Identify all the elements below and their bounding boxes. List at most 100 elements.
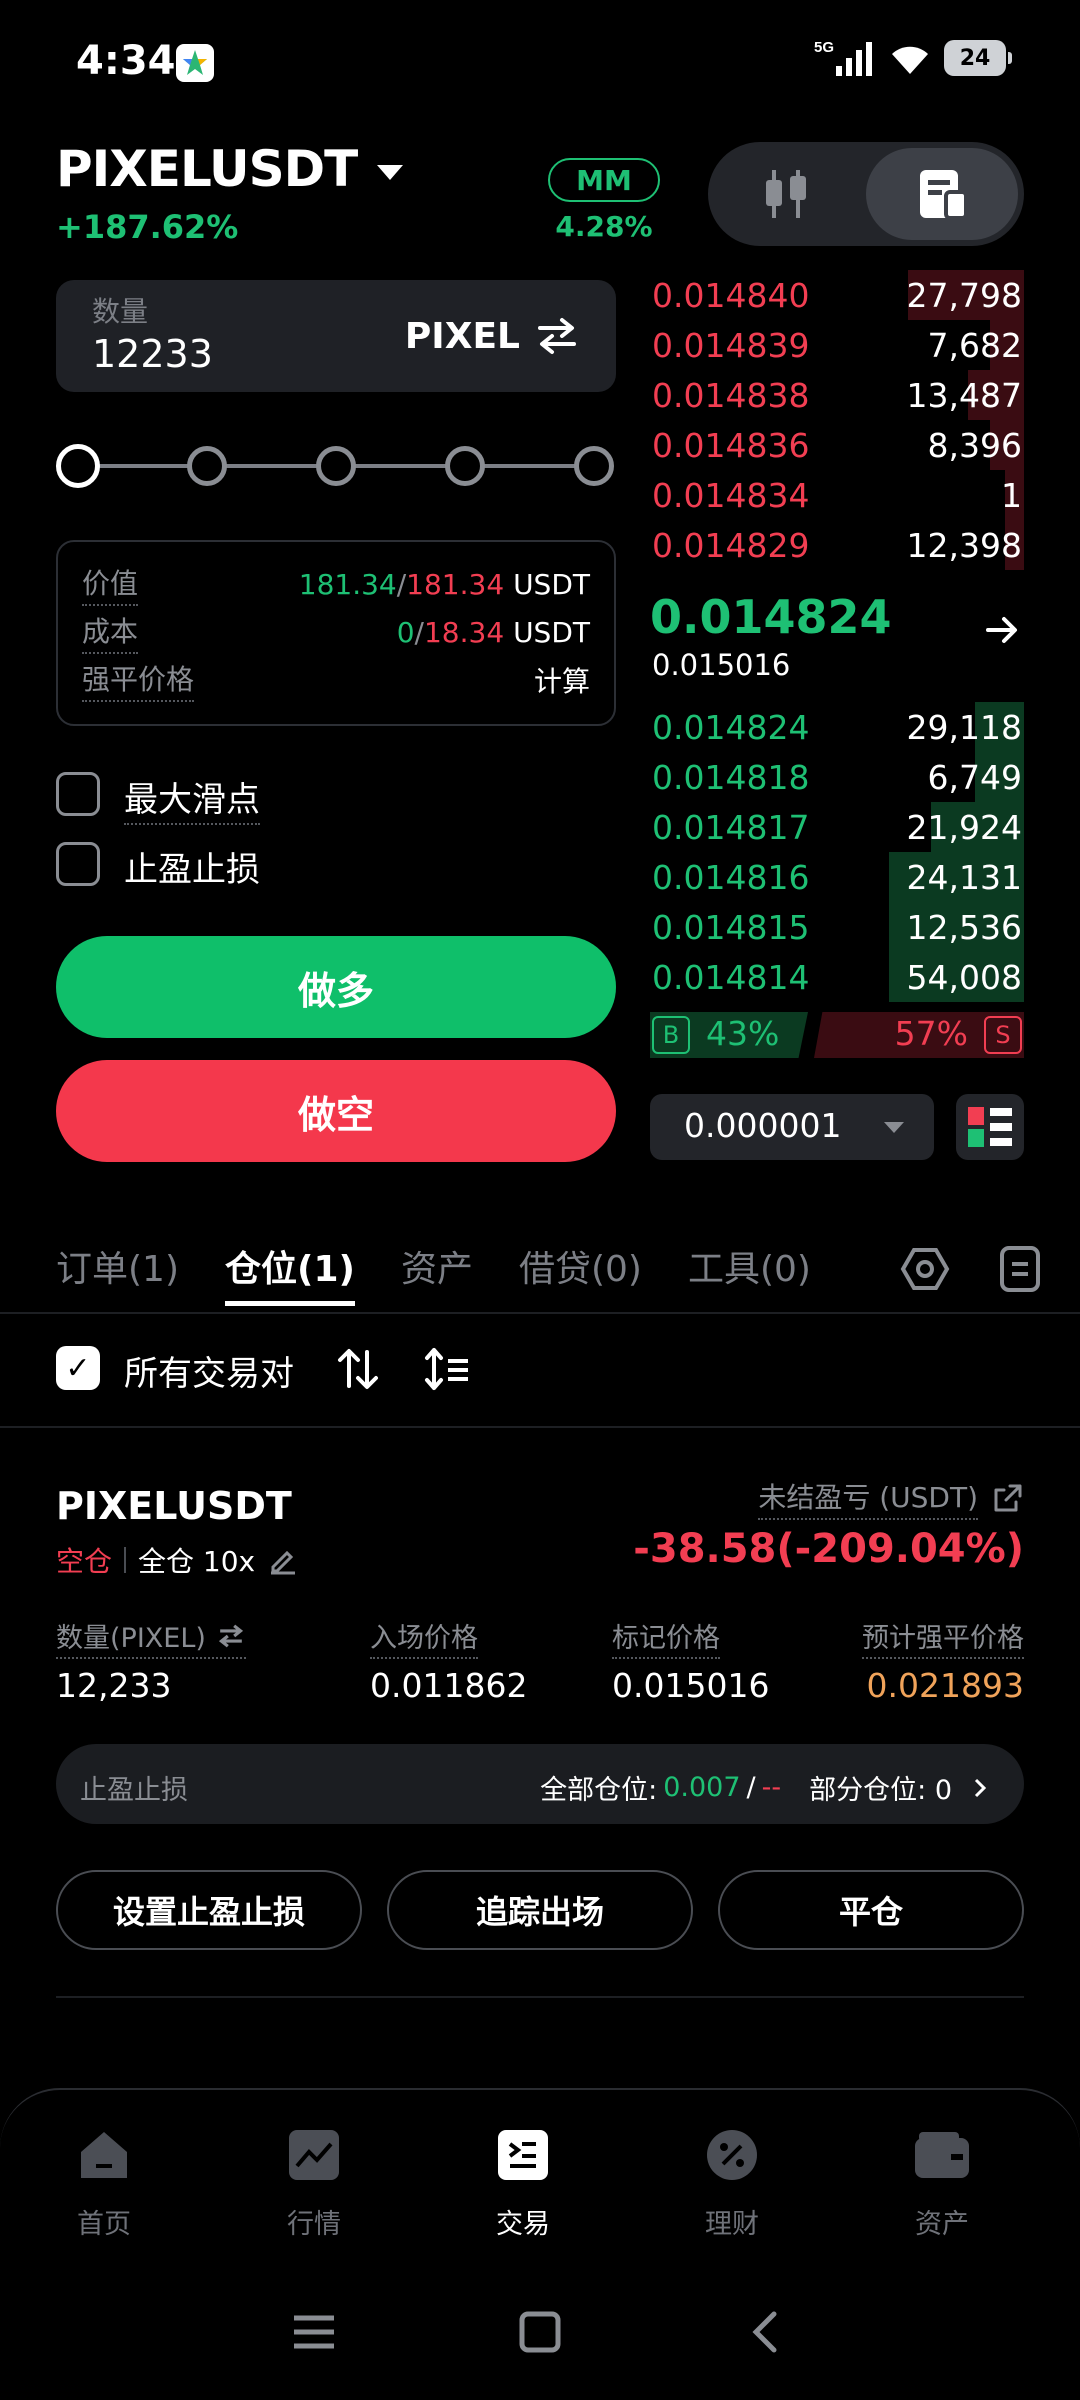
ask-size: 1	[1001, 476, 1022, 515]
cost-unit: USDT	[513, 615, 590, 649]
status-time: 4:34	[76, 38, 176, 84]
slider-node-75[interactable]	[445, 446, 485, 486]
tpsl-summary-bar[interactable]: 止盈止损 全部仓位: 0.007/-- 部分仓位: 0	[56, 1744, 1024, 1824]
nav-markets[interactable]: 行情	[254, 2128, 374, 2241]
arrow-right-icon[interactable]	[982, 610, 1022, 660]
ask-row[interactable]: 0.014834 1	[650, 470, 1024, 520]
unrealized-pnl-value: -38.58(-209.04%)	[633, 1526, 1024, 1572]
sell-tag: S	[984, 1016, 1022, 1054]
sort-icon[interactable]	[336, 1346, 380, 1396]
mm-badge[interactable]: MM	[548, 158, 660, 202]
document-icon	[920, 170, 968, 220]
bid-row[interactable]: 0.014818 6,749	[650, 752, 1024, 802]
precision-select[interactable]: 0.000001	[650, 1094, 934, 1160]
percent-icon	[707, 2130, 757, 2180]
short-button[interactable]: 做空	[56, 1060, 616, 1162]
cost-amount: 0/18.34 USDT	[397, 616, 590, 649]
cost-slash: /	[414, 615, 424, 649]
close-position-button[interactable]: 平仓	[718, 1870, 1024, 1950]
nav-finance[interactable]: 理财	[672, 2128, 792, 2241]
bid-row[interactable]: 0.014817 21,924	[650, 802, 1024, 852]
bid-size: 21,924	[906, 808, 1022, 847]
system-nav	[0, 2308, 1080, 2368]
menu-icon[interactable]	[292, 2312, 336, 2352]
tab-orders[interactable]: 订单(1)	[56, 1240, 179, 1292]
tab-positions[interactable]: 仓位(1)	[225, 1240, 355, 1306]
bid-row[interactable]: 0.014824 29,118	[650, 702, 1024, 752]
bid-row[interactable]: 0.014814 54,008	[650, 952, 1024, 1002]
candlestick-chart-icon[interactable]	[756, 164, 816, 228]
orderbook-layout-button[interactable]	[956, 1094, 1024, 1160]
tpsl-partial-label: 部分仓位: 0	[809, 1775, 952, 1806]
ask-size: 7,682	[927, 326, 1022, 365]
est-liq-price-label: 预计强平价格	[862, 1616, 1024, 1659]
list-sort-icon[interactable]	[424, 1346, 472, 1396]
bid-price: 0.014814	[652, 958, 810, 997]
slider-node-50[interactable]	[316, 446, 356, 486]
all-pairs-checkbox[interactable]: ✓	[56, 1346, 100, 1390]
set-tpsl-button[interactable]: 设置止盈止损	[56, 1870, 362, 1950]
max-slippage-checkbox[interactable]	[56, 772, 100, 816]
mark-price-label: 标记价格	[612, 1616, 720, 1659]
slider-node-25[interactable]	[187, 446, 227, 486]
orderbook-view-button[interactable]	[866, 148, 1018, 240]
tab-tools[interactable]: 工具(0)	[688, 1240, 811, 1292]
bid-row[interactable]: 0.014816 24,131	[650, 852, 1024, 902]
ask-price: 0.014834	[652, 476, 810, 515]
caret-down-icon	[377, 164, 404, 180]
nav-assets-label: 资产	[915, 2209, 969, 2240]
wifi-icon	[892, 46, 928, 74]
bid-row[interactable]: 0.014815 12,536	[650, 902, 1024, 952]
tabs-divider	[0, 1312, 1080, 1314]
unrealized-pnl-header: 未结盈亏 (USDT)	[758, 1476, 1024, 1520]
nav-markets-label: 行情	[287, 2209, 341, 2240]
max-slippage-label: 最大滑点	[124, 772, 260, 825]
slider-node-100[interactable]	[574, 446, 614, 486]
ask-price: 0.014829	[652, 526, 810, 565]
network-type: 5G	[814, 39, 834, 56]
clipboard-icon[interactable]	[998, 1244, 1044, 1298]
ask-row[interactable]: 0.014840 27,798	[650, 270, 1024, 320]
bid-price: 0.014815	[652, 908, 810, 947]
swap-icon[interactable]	[216, 1622, 246, 1650]
filter-divider	[0, 1426, 1080, 1428]
nav-assets[interactable]: 资产	[882, 2128, 1002, 2241]
bid-price: 0.014816	[652, 858, 810, 897]
position-qty-label-text: 数量(PIXEL)	[56, 1623, 206, 1654]
ask-price: 0.014836	[652, 426, 810, 465]
value-short: 181.34	[406, 567, 505, 601]
card-divider	[56, 1996, 1024, 1998]
nav-home[interactable]: 首页	[44, 2128, 164, 2241]
ask-price: 0.014838	[652, 376, 810, 415]
slider-node-0[interactable]	[56, 444, 100, 488]
ask-row[interactable]: 0.014839 7,682	[650, 320, 1024, 370]
long-button[interactable]: 做多	[56, 936, 616, 1038]
edit-icon[interactable]	[267, 1545, 297, 1575]
trailing-stop-button[interactable]: 追踪出场	[387, 1870, 693, 1950]
pair-selector[interactable]: PIXELUSDT	[56, 140, 404, 198]
ask-price: 0.014840	[652, 276, 810, 315]
last-price: 0.014824	[650, 590, 892, 644]
quantity-unit-switch[interactable]: PIXEL	[405, 314, 580, 358]
tpsl-bar-values: 全部仓位: 0.007/-- 部分仓位: 0	[540, 1768, 988, 1807]
tab-assets[interactable]: 资产	[401, 1240, 473, 1292]
hexagon-settings-icon[interactable]	[900, 1244, 950, 1298]
quantity-field[interactable]: 数量 12233 PIXEL	[56, 280, 616, 392]
pair-name: PIXELUSDT	[56, 140, 358, 198]
calculate-button[interactable]: 计算	[534, 660, 590, 700]
tab-loans[interactable]: 借贷(0)	[519, 1240, 642, 1292]
ask-row[interactable]: 0.014829 12,398	[650, 520, 1024, 570]
bid-size: 29,118	[906, 708, 1022, 747]
nav-trade[interactable]: 交易	[463, 2128, 583, 2241]
tpsl-label: 止盈止损	[124, 850, 260, 890]
back-icon[interactable]	[748, 2310, 782, 2354]
home-square-icon[interactable]	[518, 2310, 562, 2354]
tpsl-checkbox[interactable]	[56, 842, 100, 886]
position-meta: 空仓 全仓 10x	[56, 1540, 297, 1580]
ask-row[interactable]: 0.014836 8,396	[650, 420, 1024, 470]
ask-row[interactable]: 0.014838 13,487	[650, 370, 1024, 420]
order-info-box: 价值 181.34/181.34 USDT 成本 0/18.34 USDT 强平…	[56, 540, 616, 726]
share-icon[interactable]	[992, 1482, 1024, 1514]
cost-long: 0	[396, 615, 415, 649]
bid-size: 6,749	[927, 758, 1022, 797]
